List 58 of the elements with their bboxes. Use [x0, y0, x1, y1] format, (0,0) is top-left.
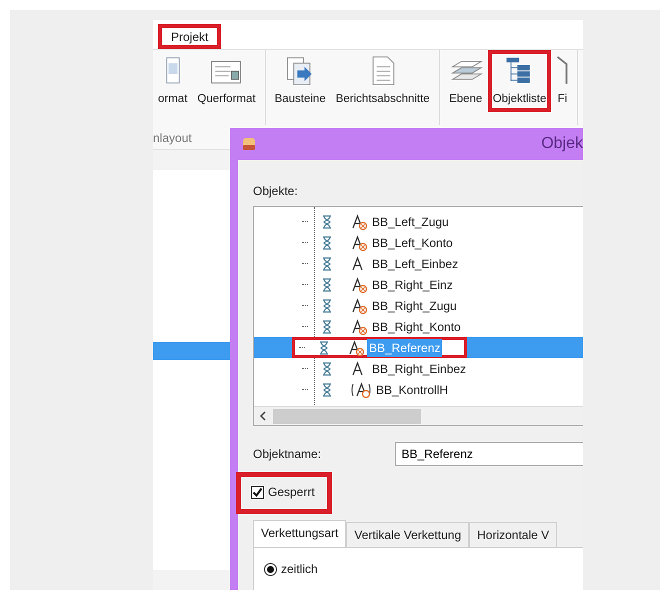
hourglass-icon — [322, 256, 332, 270]
tree-item[interactable]: BB_Right_Zugu — [295, 295, 481, 316]
horizontal-scrollbar[interactable] — [254, 406, 583, 425]
ribbon-button[interactable]: Fi — [551, 50, 574, 112]
object-name: BB_Right_Zugu — [371, 298, 458, 314]
hourglass-icon — [322, 320, 332, 334]
group-label: nlayout — [153, 131, 192, 145]
scrollbar-thumb[interactable] — [273, 408, 421, 424]
object-name: BB_Left_Einbez — [371, 256, 460, 272]
text-condition-icon — [350, 234, 368, 250]
text-condition-icon — [350, 298, 368, 314]
tree-item[interactable]: BB_Right_Einz — [295, 274, 477, 295]
ribbon-button[interactable]: Querformat — [192, 50, 261, 112]
hourglass-icon — [322, 214, 332, 228]
scroll-left-icon — [259, 410, 267, 422]
ribbon-tab[interactable]: Projekt — [158, 24, 222, 49]
ribbon-button[interactable]: Berichtsabschnitte — [330, 50, 435, 112]
dialog-tab[interactable]: Horizontale V — [469, 522, 558, 547]
hourglass-icon — [322, 382, 332, 396]
app-icon — [242, 136, 256, 152]
page-icon — [164, 56, 181, 85]
objects-label: Objekte: — [253, 183, 299, 200]
checkmark-icon — [252, 486, 263, 498]
dialog-tab[interactable]: Vertikale Verkettung — [346, 522, 470, 547]
tree-item[interactable]: BB_KontrollH — [295, 379, 472, 400]
tree-item[interactable]: BB_Right_Einbez — [295, 358, 490, 379]
name-label: Objektname: — [253, 446, 322, 463]
tree-item[interactable]: BB_Right_Konto — [295, 316, 485, 337]
object-name: BB_Right_Einz — [371, 276, 454, 294]
ribbon-button[interactable]: Objektliste — [488, 50, 552, 112]
dialog-title: Objek — [541, 134, 583, 154]
ribbon-button[interactable]: Ebene — [444, 50, 488, 112]
hourglass-icon — [322, 298, 332, 312]
radio-dot-icon — [267, 566, 274, 572]
text-condition-icon — [347, 340, 365, 356]
hourglass-icon — [322, 278, 332, 292]
ribbon-button[interactable]: Bausteine — [270, 50, 331, 112]
option-radio[interactable]: zeitlich — [264, 560, 318, 578]
tree-item[interactable]: BB_Left_Konto — [295, 232, 477, 253]
text-condition-icon — [350, 276, 368, 292]
text-group-icon — [350, 382, 372, 398]
object-name: BB_Right_Einbez — [371, 360, 468, 378]
text-condition-icon — [350, 214, 368, 230]
object-name: BB_Right_Konto — [371, 318, 462, 336]
object-name: BB_Left_Konto — [371, 234, 454, 252]
object-name: BB_KontrollH — [375, 382, 450, 398]
hourglass-icon — [319, 340, 329, 354]
object-name: BB_Referenz — [367, 338, 442, 356]
tree-item[interactable]: BB_Left_Einbez — [295, 253, 482, 274]
dialog-tab[interactable]: Verkettungsart — [253, 520, 346, 547]
hourglass-icon — [322, 236, 332, 250]
hourglass-icon — [322, 362, 332, 376]
object-name: BB_Left_Zugu — [371, 214, 450, 230]
tree-item[interactable]: BB_Left_Zugu — [295, 211, 473, 232]
locked-checkbox[interactable]: Gesperrt — [236, 472, 332, 514]
name-field[interactable]: BB_Referenz — [394, 442, 583, 466]
text-condition-icon — [350, 318, 368, 334]
ribbon-button[interactable]: ormat — [153, 50, 192, 112]
